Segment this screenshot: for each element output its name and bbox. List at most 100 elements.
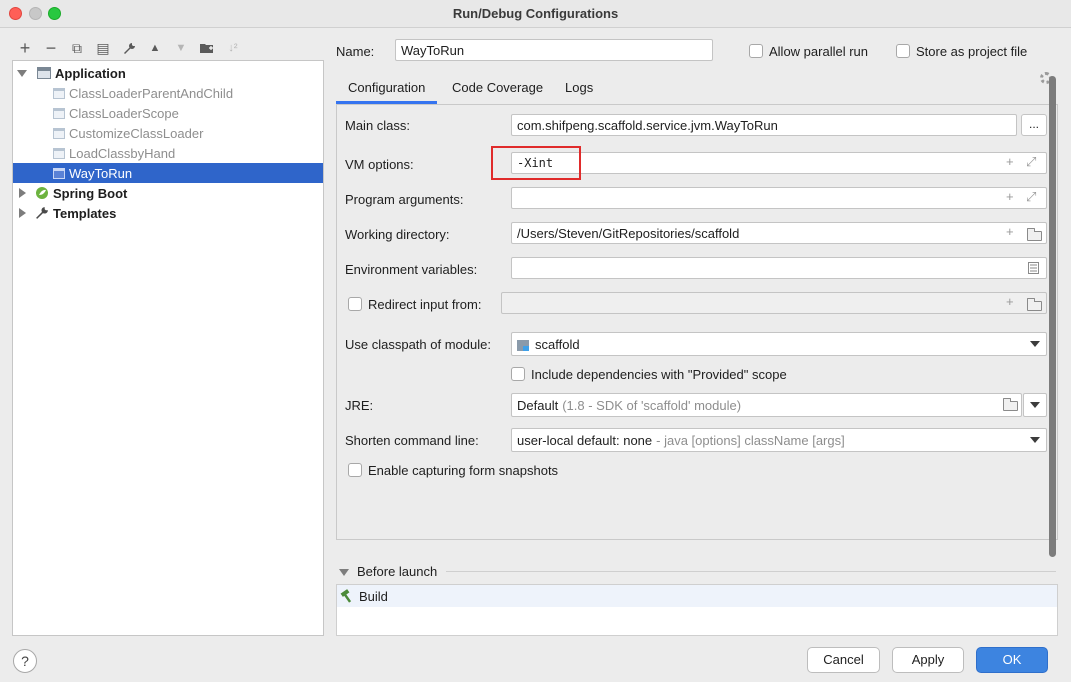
shorten-command-detail: - java [options] className [args] [656, 432, 845, 448]
run-config-icon [53, 87, 65, 99]
module-icon [517, 339, 529, 351]
browse-main-class-button[interactable]: ... [1021, 114, 1047, 136]
chevron-down-icon[interactable] [1030, 341, 1040, 347]
tree-item-classloaderparentandchild[interactable]: ClassLoaderParentAndChild [13, 83, 323, 103]
folder-icon[interactable] [1027, 228, 1042, 241]
edit-list-icon[interactable] [1028, 262, 1039, 274]
sort-icon[interactable]: ↓² [220, 37, 246, 59]
section-divider [446, 571, 1056, 572]
tab-code-coverage[interactable]: Code Coverage [440, 74, 555, 104]
plus-icon: + [1006, 294, 1014, 309]
working-directory-input[interactable]: /Users/Steven/GitRepositories/scaffold [511, 222, 1047, 244]
jre-detail: (1.8 - SDK of 'scaffold' module) [562, 397, 742, 413]
expand-icon[interactable]: ⤢ [1026, 155, 1036, 168]
ok-button[interactable]: OK [976, 647, 1048, 673]
list-item-label: Build [359, 588, 388, 604]
vm-options-input[interactable]: -Xint [511, 152, 1047, 174]
shorten-command-label: Shorten command line: [345, 433, 479, 448]
program-arguments-label: Program arguments: [345, 192, 464, 207]
remove-icon[interactable]: − [38, 37, 64, 59]
tree-item-label: WayToRun [69, 165, 133, 181]
redirect-input-checkbox[interactable] [348, 297, 362, 311]
save-icon[interactable]: ▤ [90, 37, 116, 59]
before-launch-title: Before launch [357, 564, 438, 579]
expand-arrow-icon[interactable] [17, 68, 27, 78]
expand-icon[interactable]: ⤢ [1026, 190, 1036, 203]
tree-item-waytorun[interactable]: WayToRun [13, 163, 323, 183]
tree-item-label: LoadClassbyHand [69, 145, 176, 161]
run-config-icon [53, 127, 65, 139]
apply-button[interactable]: Apply [892, 647, 964, 673]
redirect-input-field [501, 292, 1047, 314]
run-config-icon [53, 107, 65, 119]
environment-variables-input[interactable] [511, 257, 1047, 279]
before-launch-section: Before launch Build [336, 562, 1058, 636]
tree-node-templates[interactable]: Templates [13, 203, 323, 223]
title-bar: Run/Debug Configurations [0, 0, 1071, 28]
copy-icon[interactable]: ⧉ [64, 37, 90, 59]
tree-item-customizeclassloader[interactable]: CustomizeClassLoader [13, 123, 323, 143]
tree-node-spring-boot[interactable]: Spring Boot [13, 183, 323, 203]
name-input[interactable]: WayToRun [395, 39, 713, 61]
list-item[interactable]: Build [337, 585, 1057, 607]
tree-item-loadclassbyhand[interactable]: LoadClassbyHand [13, 143, 323, 163]
tree-toolbar: + − ⧉ ▤ ▲ ▼ ↓² [12, 37, 246, 59]
vertical-scrollbar[interactable] [1049, 76, 1056, 557]
capture-snapshots-label: Enable capturing form snapshots [368, 463, 559, 478]
jre-value: Default [517, 397, 559, 413]
main-class-label: Main class: [345, 118, 411, 133]
capture-snapshots-checkbox[interactable] [348, 463, 362, 477]
wrench-glyph [123, 42, 135, 54]
new-folder-icon[interactable] [194, 37, 220, 59]
collapse-arrow-icon[interactable] [339, 567, 349, 577]
shorten-command-value: user-local default: none [517, 432, 653, 448]
environment-variables-label: Environment variables: [345, 262, 478, 277]
tree-node-label: Spring Boot [53, 185, 128, 201]
tab-logs[interactable]: Logs [553, 74, 605, 104]
wrench-icon[interactable] [116, 37, 142, 59]
plus-icon[interactable]: + [1006, 225, 1014, 238]
run-config-icon [53, 167, 65, 179]
wrench-icon [36, 207, 48, 219]
tree-node-application[interactable]: Application [13, 63, 323, 83]
expand-arrow-icon[interactable] [17, 208, 27, 218]
folder-icon [1027, 298, 1042, 311]
redirect-input-label: Redirect input from: [368, 297, 482, 312]
store-project-label: Store as project file [916, 44, 1028, 59]
move-down-icon[interactable]: ▼ [168, 37, 194, 59]
program-arguments-input[interactable] [511, 187, 1047, 209]
add-icon[interactable]: + [12, 37, 38, 59]
plus-icon[interactable]: + [1006, 190, 1014, 203]
shorten-command-select[interactable]: user-local default: none - java [options… [511, 428, 1047, 452]
expand-arrow-icon[interactable] [17, 188, 27, 198]
folder-glyph [200, 44, 213, 53]
spring-boot-icon [36, 187, 48, 199]
classpath-module-label: Use classpath of module: [345, 337, 491, 352]
configuration-tree[interactable]: Application ClassLoaderParentAndChild Cl… [12, 60, 324, 636]
tree-node-label: Application [55, 65, 126, 81]
include-dependencies-label: Include dependencies with "Provided" sco… [531, 367, 787, 382]
vm-options-label: VM options: [345, 157, 414, 172]
run-config-icon [53, 147, 65, 159]
jre-select[interactable]: Default (1.8 - SDK of 'scaffold' module) [511, 393, 1022, 417]
hammer-icon [340, 589, 352, 603]
tab-configuration[interactable]: Configuration [336, 74, 438, 104]
application-icon [37, 67, 51, 79]
tree-item-label: ClassLoaderScope [69, 105, 179, 121]
store-project-checkbox[interactable] [896, 44, 910, 58]
tree-node-label: Templates [53, 205, 117, 221]
tree-item-classloaderscope[interactable]: ClassLoaderScope [13, 103, 323, 123]
before-launch-list[interactable]: Build [336, 584, 1058, 636]
allow-parallel-label: Allow parallel run [769, 44, 868, 59]
main-class-input[interactable]: com.shifpeng.scaffold.service.jvm.WayToR… [511, 114, 1017, 136]
classpath-module-select[interactable]: scaffold [511, 332, 1047, 356]
chevron-down-icon[interactable] [1030, 437, 1040, 443]
include-dependencies-checkbox[interactable] [511, 367, 525, 381]
help-button[interactable]: ? [13, 649, 37, 673]
cancel-button[interactable]: Cancel [807, 647, 880, 673]
chevron-down-icon[interactable] [1030, 402, 1040, 408]
plus-icon[interactable]: + [1006, 155, 1014, 168]
allow-parallel-checkbox[interactable] [749, 44, 763, 58]
folder-icon[interactable] [1003, 398, 1018, 411]
move-up-icon[interactable]: ▲ [142, 37, 168, 59]
